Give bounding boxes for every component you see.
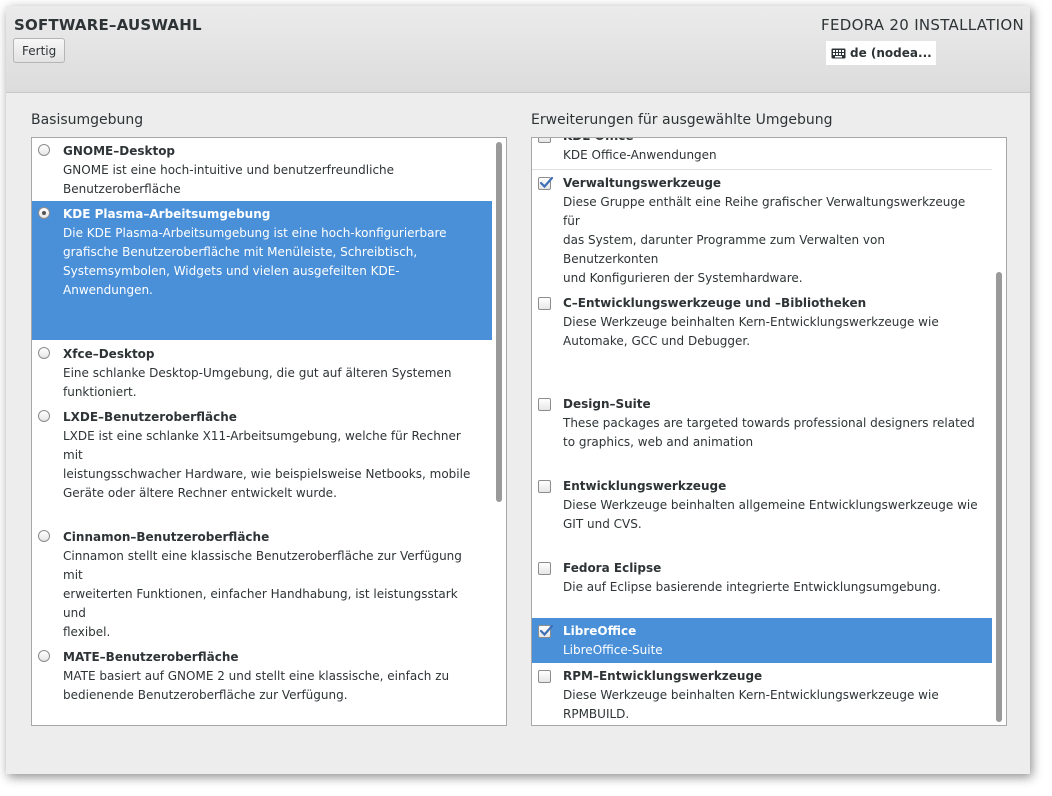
- env-item-gnome[interactable]: GNOME–Desktop GNOME ist eine hoch-intuit…: [32, 138, 492, 200]
- page-title: SOFTWARE–AUSWAHL: [14, 16, 202, 34]
- env-desc-line: Systemsymbolen, Widgets und vielen ausge…: [63, 264, 400, 297]
- addon-desc-line: Diese Werkzeuge beinhalten Kern-Entwickl…: [563, 688, 939, 702]
- env-item-cinnamon[interactable]: Cinnamon–Benutzeroberfläche Cinnamon ste…: [32, 524, 492, 642]
- addon-checkbox-checked[interactable]: [538, 624, 554, 638]
- addon-item-c-dev-tools[interactable]: C–Entwicklungswerkzeuge und –Bibliotheke…: [532, 290, 992, 390]
- env-radio[interactable]: [38, 530, 50, 542]
- env-desc-line: erweiterten Funktionen, einfacher Handha…: [63, 587, 458, 620]
- keyboard-layout-indicator[interactable]: de (nodea...: [826, 41, 936, 65]
- addon-item-design-suite[interactable]: Design–Suite These packages are targeted…: [532, 391, 992, 471]
- addon-title: Verwaltungswerkzeuge: [563, 176, 722, 190]
- env-title: KDE Plasma–Arbeitsumgebung: [63, 207, 271, 221]
- addon-checkbox-checked[interactable]: [538, 176, 554, 190]
- keyboard-icon: [831, 48, 846, 58]
- env-desc-line: bedienende Benutzeroberfläche zur Verfüg…: [63, 688, 348, 702]
- env-desc-line: Eine schlanke Desktop-Umgebung, die gut …: [63, 366, 452, 380]
- addon-title: RPM–Entwicklungswerkzeuge: [563, 669, 763, 683]
- addon-checkbox[interactable]: [538, 138, 551, 143]
- addon-desc-line: Diese Gruppe enthält eine Reihe grafisch…: [563, 195, 966, 228]
- addon-title: LibreOffice: [563, 624, 637, 638]
- addon-desc-line: Diese Werkzeuge beinhalten allgemeine En…: [563, 498, 978, 512]
- env-title: LXDE–Benutzeroberfläche: [63, 410, 237, 424]
- env-title: Xfce–Desktop: [63, 347, 155, 361]
- env-item-lxde[interactable]: LXDE–Benutzeroberfläche LXDE ist eine sc…: [32, 404, 492, 522]
- env-desc-line: Benutzeroberfläche: [63, 182, 181, 196]
- addon-desc-line: Die auf Eclipse basierende integrierte E…: [563, 580, 941, 594]
- addon-checkbox[interactable]: [538, 670, 551, 683]
- addon-list[interactable]: KDE Office KDE Office-Anwendungen Verwal…: [531, 137, 1007, 726]
- env-desc-line: leistungsschwacher Hardware, wie beispie…: [63, 467, 471, 481]
- env-desc-line: LXDE ist eine schlanke X11-Arbeitsumgebu…: [63, 429, 461, 462]
- base-environment-list[interactable]: GNOME–Desktop GNOME ist eine hoch-intuit…: [31, 137, 507, 726]
- addon-desc-line: Automake, GCC und Debugger.: [563, 334, 751, 348]
- env-radio-selected[interactable]: [38, 207, 50, 219]
- addon-desc-line: GIT und CVS.: [563, 517, 642, 531]
- installer-window: SOFTWARE–AUSWAHL Fertig FEDORA 20 INSTAL…: [6, 6, 1030, 774]
- env-radio[interactable]: [38, 144, 50, 156]
- base-list-scroll-thumb[interactable]: [496, 142, 502, 502]
- env-desc-line: funktioniert.: [63, 385, 137, 399]
- addon-checkbox[interactable]: [538, 297, 551, 310]
- addon-title: C–Entwicklungswerkzeuge und –Bibliotheke…: [563, 296, 867, 310]
- env-item-kde[interactable]: KDE Plasma–Arbeitsumgebung Die KDE Plasm…: [32, 201, 492, 340]
- addon-item-dev-tools[interactable]: Entwicklungswerkzeuge Diese Werkzeuge be…: [532, 473, 992, 553]
- env-desc-line: Cinnamon stellt eine klassische Benutzer…: [63, 549, 462, 582]
- env-desc-line: GNOME ist eine hoch-intuitive und benutz…: [63, 163, 395, 177]
- addon-desc-line: LibreOffice-Suite: [563, 643, 663, 657]
- addon-list-scroll-thumb[interactable]: [996, 272, 1002, 722]
- checkmark-icon: [539, 624, 554, 637]
- spoke-header: SOFTWARE–AUSWAHL Fertig FEDORA 20 INSTAL…: [6, 6, 1030, 93]
- addon-desc-line: das System, darunter Programme zum Verwa…: [563, 233, 885, 266]
- env-radio[interactable]: [38, 347, 50, 359]
- env-desc-line: Die KDE Plasma-Arbeitsumgebung ist eine …: [63, 226, 447, 240]
- base-list-scrollbar[interactable]: [492, 138, 506, 725]
- addon-desc-line: und Konfigurieren der Systemhardware.: [563, 271, 803, 285]
- addon-item-admin-tools[interactable]: Verwaltungswerkzeuge Diese Gruppe enthäl…: [532, 170, 992, 290]
- base-environment-label: Basisumgebung: [31, 112, 144, 128]
- env-title: Cinnamon–Benutzeroberfläche: [63, 530, 270, 544]
- addon-desc-line: to graphics, web and animation: [563, 435, 754, 449]
- addon-title: Entwicklungswerkzeuge: [563, 479, 727, 493]
- addon-item-fedora-eclipse[interactable]: Fedora Eclipse Die auf Eclipse basierend…: [532, 555, 992, 615]
- addon-checkbox[interactable]: [538, 480, 551, 493]
- env-radio[interactable]: [38, 410, 50, 422]
- product-title: FEDORA 20 INSTALLATION: [821, 16, 1024, 34]
- env-desc-line: Geräte oder ältere Rechner entwickelt wu…: [63, 486, 337, 500]
- addon-item-rpm-dev-tools[interactable]: RPM–Entwicklungswerkzeuge Diese Werkzeug…: [532, 663, 992, 725]
- env-title: GNOME–Desktop: [63, 144, 176, 158]
- addon-item-libreoffice[interactable]: LibreOffice LibreOffice-Suite: [532, 618, 992, 663]
- addon-title: Design–Suite: [563, 397, 651, 411]
- done-button[interactable]: Fertig: [13, 38, 66, 63]
- checkmark-icon: [539, 176, 554, 189]
- addon-desc-line: These packages are targeted towards prof…: [563, 416, 975, 430]
- addon-desc-line: KDE Office-Anwendungen: [563, 148, 717, 162]
- env-desc-line: grafische Benutzeroberfläche mit Menülei…: [63, 245, 418, 259]
- env-desc-line: flexibel.: [63, 625, 111, 639]
- addon-title: Fedora Eclipse: [563, 561, 662, 575]
- addon-item-kde-office[interactable]: KDE Office KDE Office-Anwendungen: [532, 138, 992, 168]
- keyboard-layout-label: de (nodea...: [850, 46, 932, 60]
- addon-checkbox[interactable]: [538, 562, 551, 575]
- addons-label: Erweiterungen für ausgewählte Umgebung: [531, 112, 833, 128]
- addon-checkbox[interactable]: [538, 398, 551, 411]
- addon-desc-line: Diese Werkzeuge beinhalten Kern-Entwickl…: [563, 315, 939, 329]
- addon-title: KDE Office: [563, 138, 984, 146]
- addon-list-scrollbar[interactable]: [992, 138, 1006, 725]
- env-item-mate[interactable]: MATE–Benutzeroberfläche MATE basiert auf…: [32, 644, 492, 724]
- env-item-xfce[interactable]: Xfce–Desktop Eine schlanke Desktop-Umgeb…: [32, 341, 492, 403]
- env-desc-line: MATE basiert auf GNOME 2 und stellt eine…: [63, 669, 450, 683]
- addon-desc-line: RPMBUILD.: [563, 707, 630, 721]
- env-radio[interactable]: [38, 650, 50, 662]
- env-title: MATE–Benutzeroberfläche: [63, 650, 239, 664]
